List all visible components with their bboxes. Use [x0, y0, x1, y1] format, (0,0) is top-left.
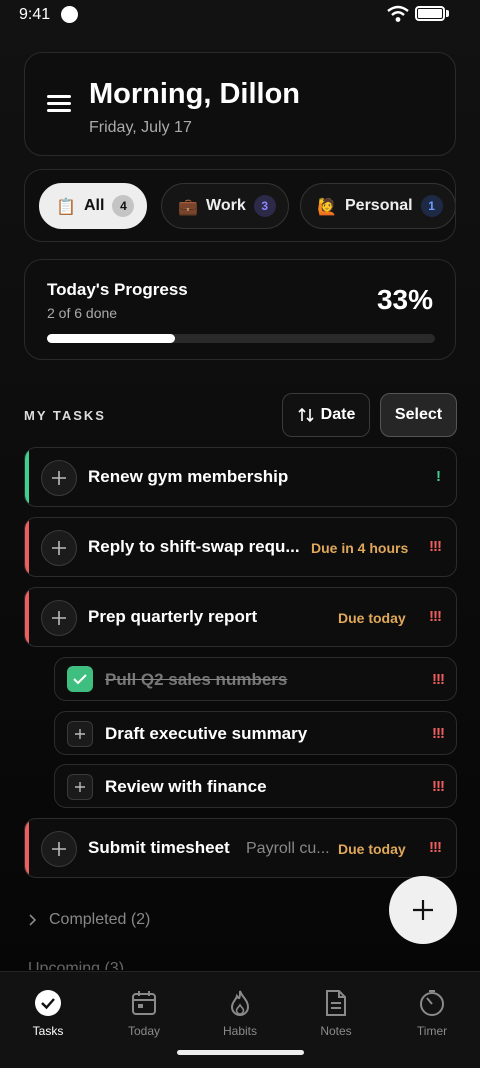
task-item[interactable]: Renew gym membership ! — [24, 447, 457, 507]
subtask-title: Review with finance — [105, 777, 267, 796]
task-title: Submit timesheet — [88, 838, 230, 857]
section-title: MY TASKS — [24, 408, 106, 423]
priority-indicator: !!! — [429, 538, 442, 555]
filter-label: Personal — [345, 197, 413, 214]
checkbox-checked-icon[interactable] — [67, 666, 93, 692]
progress-subtitle: 2 of 6 done — [47, 305, 118, 321]
progress-percent: 33% — [376, 284, 433, 315]
upcoming-section-toggle[interactable]: Upcoming (3) — [28, 960, 124, 970]
task-accent-bar — [25, 518, 29, 576]
filter-chip-personal[interactable]: 🙋 Personal 1 — [300, 183, 455, 229]
subtask-title: Pull Q2 sales numbers — [105, 670, 288, 689]
filter-label: All — [84, 197, 105, 214]
progress-bar — [47, 334, 435, 343]
sort-arrows-icon — [298, 407, 314, 423]
nav-label: Tasks — [32, 1024, 64, 1038]
task-item[interactable]: Prep quarterly report Due today !!! — [24, 587, 457, 647]
due-label: Due in 4 hours — [311, 540, 409, 556]
task-item[interactable]: Submit timesheet Payroll cu... Due today… — [24, 818, 457, 878]
filter-count-badge: 4 — [112, 195, 135, 217]
plus-icon[interactable] — [41, 831, 77, 867]
priority-indicator: !!! — [429, 839, 442, 856]
plus-icon[interactable] — [67, 721, 93, 747]
filter-chip-all[interactable]: 📋 All 4 — [39, 183, 148, 229]
status-bar: 9:41 — [0, 0, 480, 30]
select-button[interactable]: Select — [380, 393, 457, 437]
progress-card: Today's Progress 2 of 6 done 33% — [24, 259, 456, 360]
check-circle-icon — [35, 990, 61, 1016]
due-label: Due today — [338, 841, 406, 857]
nav-tab-today[interactable]: Today — [96, 988, 192, 1038]
nav-label: Today — [127, 1024, 161, 1038]
filter-count-badge: 3 — [253, 195, 276, 217]
briefcase-icon: 💼 — [178, 196, 198, 216]
task-accent-bar — [25, 448, 29, 506]
task-accent-bar — [25, 819, 29, 877]
flame-icon — [230, 990, 250, 1016]
wifi-icon — [387, 5, 409, 22]
chevron-right-icon — [29, 914, 37, 926]
plus-icon[interactable] — [41, 600, 77, 636]
sort-by-date-button[interactable]: Date — [282, 393, 370, 437]
status-time: 9:41 — [19, 6, 51, 23]
clipboard-icon: 📋 — [56, 196, 76, 216]
due-label: Due today — [338, 610, 406, 626]
menu-icon[interactable] — [47, 95, 71, 113]
document-icon — [326, 990, 346, 1016]
subtask-item[interactable]: Draft executive summary !!! — [54, 711, 457, 755]
filter-chip-work[interactable]: 💼 Work 3 — [161, 183, 289, 229]
nav-tab-notes[interactable]: Notes — [288, 988, 384, 1038]
progress-title: Today's Progress — [47, 280, 188, 299]
priority-indicator: !!! — [429, 608, 442, 625]
plus-icon[interactable] — [67, 774, 93, 800]
filter-count-badge: 1 — [420, 195, 443, 217]
battery-icon — [415, 6, 445, 21]
completed-label: Completed (2) — [49, 911, 151, 928]
task-accent-bar — [25, 588, 29, 646]
priority-indicator: ! — [436, 468, 441, 485]
camera-dot-icon — [61, 6, 78, 23]
nav-label: Habits — [222, 1024, 257, 1038]
timer-icon — [420, 990, 444, 1016]
completed-section-toggle[interactable]: Completed (2) — [28, 911, 150, 929]
priority-indicator: !!! — [432, 725, 445, 742]
subtask-item[interactable]: Review with finance !!! — [54, 764, 457, 808]
task-item[interactable]: Reply to shift-swap requ... Due in 4 hou… — [24, 517, 457, 577]
calendar-icon — [132, 991, 156, 1015]
home-indicator — [177, 1050, 304, 1055]
nav-label: Timer — [416, 1024, 448, 1038]
priority-indicator: !!! — [432, 671, 445, 688]
task-note: Payroll cu... — [246, 840, 330, 857]
task-title: Prep quarterly report — [88, 607, 258, 626]
task-title: Renew gym membership — [88, 467, 289, 486]
sort-label: Date — [320, 406, 356, 423]
progress-bar-fill — [47, 334, 176, 343]
plus-icon[interactable] — [41, 530, 77, 566]
nav-label: Notes — [320, 1024, 352, 1038]
add-task-button[interactable] — [389, 876, 457, 944]
person-raising-hand-icon: 🙋 — [317, 196, 337, 216]
plus-icon — [413, 900, 433, 920]
priority-indicator: !!! — [432, 778, 445, 795]
subtask-item[interactable]: Pull Q2 sales numbers !!! — [54, 657, 457, 701]
nav-tab-habits[interactable]: Habits — [192, 988, 288, 1038]
greeting-title: Morning, Dillon — [89, 78, 301, 110]
filter-label: Work — [206, 197, 246, 214]
nav-tab-tasks[interactable]: Tasks — [0, 988, 96, 1038]
nav-tab-timer[interactable]: Timer — [384, 988, 480, 1038]
category-filter-bar: 📋 All 4 💼 Work 3 🙋 Personal 1 — [24, 169, 456, 242]
task-title: Reply to shift-swap requ... — [88, 537, 300, 556]
current-date: Friday, July 17 — [89, 119, 192, 136]
greeting-header: Morning, Dillon Friday, July 17 — [24, 52, 456, 156]
battery-tip — [446, 10, 449, 17]
plus-icon[interactable] — [41, 460, 77, 496]
subtask-title: Draft executive summary — [105, 724, 308, 743]
